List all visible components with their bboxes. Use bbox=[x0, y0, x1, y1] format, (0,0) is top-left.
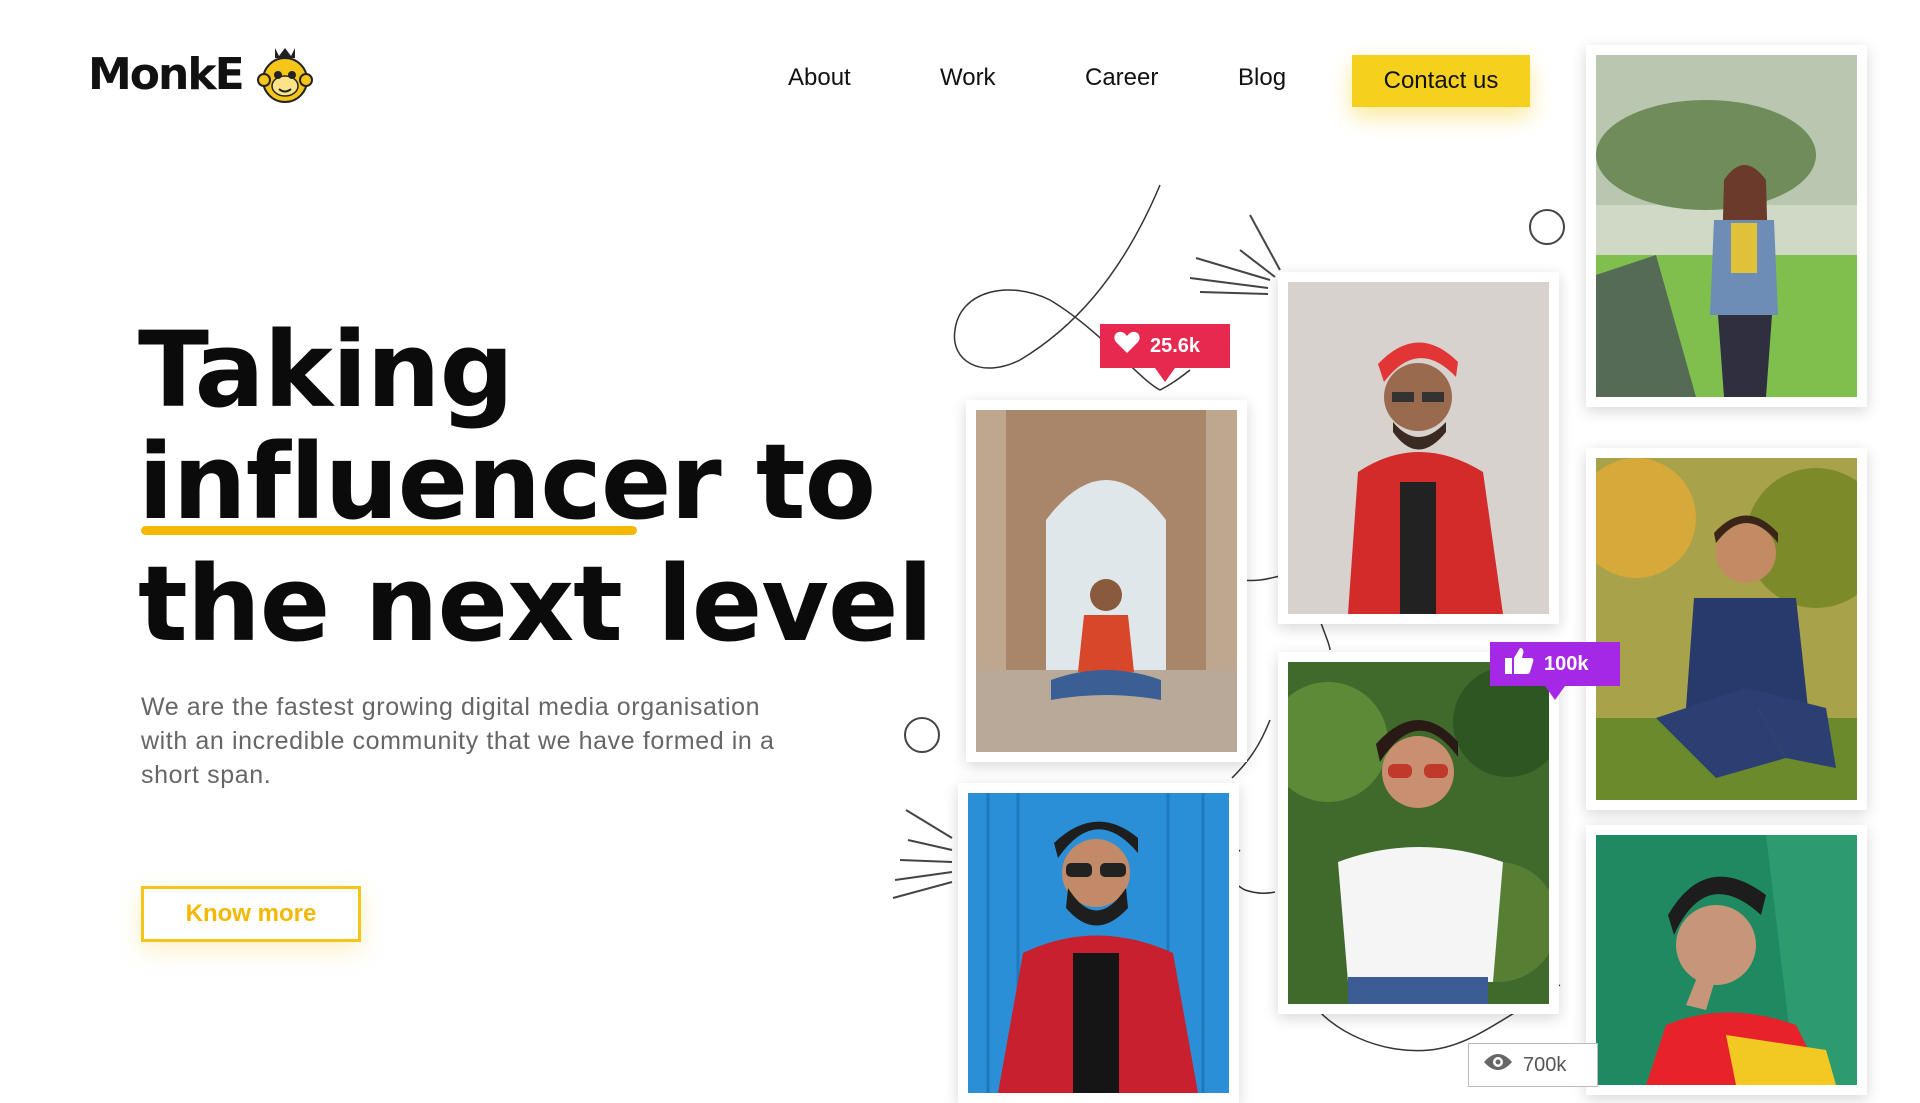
views-count: 700k bbox=[1523, 1053, 1567, 1076]
influencer-photo-card[interactable] bbox=[966, 400, 1247, 762]
heart-icon bbox=[1114, 331, 1140, 361]
monkey-logo-icon bbox=[253, 42, 317, 106]
brand-name: MonkE bbox=[88, 48, 245, 100]
headline-highlight: influencer bbox=[138, 421, 722, 543]
know-more-button[interactable]: Know more bbox=[141, 886, 361, 942]
likes-count: 25.6k bbox=[1150, 334, 1201, 357]
influencer-photo bbox=[1288, 282, 1549, 614]
thumbs-badge: 100k bbox=[1490, 642, 1620, 700]
views-badge: 700k bbox=[1468, 1043, 1598, 1087]
influencer-photo-card[interactable] bbox=[1278, 272, 1559, 624]
thumbs-count: 100k bbox=[1544, 652, 1589, 675]
hero-subtitle: We are the fastest growing digital media… bbox=[141, 693, 775, 789]
eye-icon bbox=[1483, 1052, 1513, 1078]
influencer-photo-card[interactable] bbox=[958, 783, 1239, 1103]
influencer-photo bbox=[976, 410, 1237, 752]
influencer-photo-card[interactable] bbox=[1586, 825, 1867, 1095]
influencer-photo bbox=[1596, 55, 1857, 397]
influencer-photo-card[interactable] bbox=[1586, 45, 1867, 407]
influencer-photo bbox=[968, 793, 1229, 1093]
brand-logo[interactable]: MonkE bbox=[88, 38, 317, 110]
nav-career[interactable]: Career bbox=[1085, 64, 1158, 92]
contact-us-button[interactable]: Contact us bbox=[1352, 55, 1530, 107]
nav-blog[interactable]: Blog bbox=[1238, 64, 1286, 92]
badge-tail bbox=[1545, 686, 1565, 700]
influencer-photo-card[interactable] bbox=[1586, 448, 1867, 810]
headline-line-2-end: to bbox=[720, 421, 876, 543]
nav-work[interactable]: Work bbox=[940, 64, 996, 92]
headline-line-2: influencer to bbox=[138, 430, 876, 534]
headline-line-3: the next level bbox=[138, 543, 933, 665]
influencer-photo bbox=[1596, 458, 1857, 800]
influencer-photo bbox=[1288, 662, 1549, 1004]
badge-tail bbox=[1155, 368, 1175, 382]
thumbs-up-icon bbox=[1504, 647, 1534, 681]
nav-about[interactable]: About bbox=[788, 64, 851, 92]
headline-underline bbox=[141, 526, 637, 535]
likes-badge: 25.6k bbox=[1100, 324, 1230, 382]
influencer-photo bbox=[1596, 835, 1857, 1085]
influencer-photo-card[interactable] bbox=[1278, 652, 1559, 1014]
headline-line-1: Taking bbox=[138, 309, 514, 431]
